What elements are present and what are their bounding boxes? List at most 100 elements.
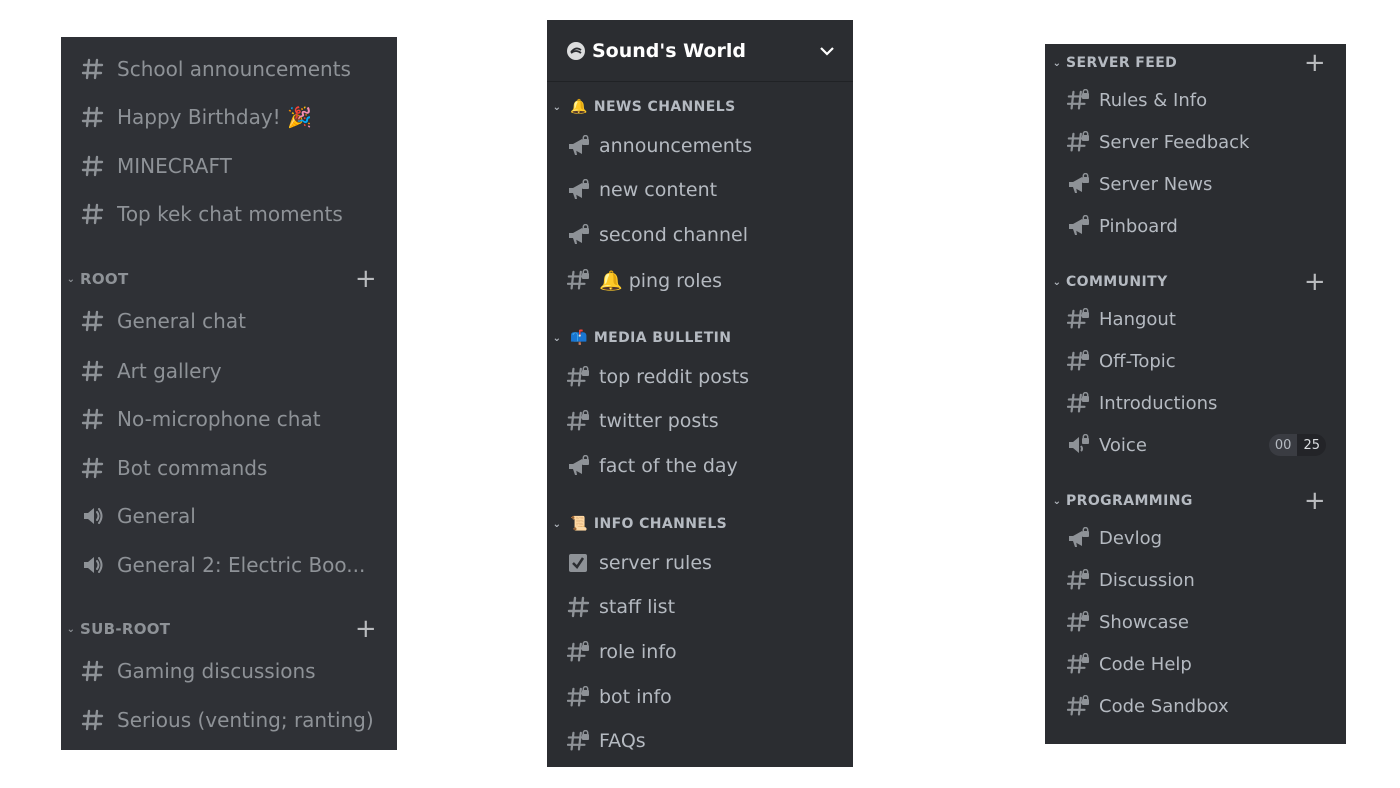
hash-lock-icon: [1067, 131, 1099, 153]
channel-item[interactable]: School announcements: [61, 49, 397, 89]
channel-item[interactable]: Code Help: [1045, 645, 1346, 683]
create-channel-plus-icon[interactable]: +: [1304, 488, 1326, 514]
chevron-down-icon: ⌄: [1052, 495, 1062, 507]
hash-lock-icon: [1067, 308, 1099, 330]
server-logo-icon: [567, 41, 585, 60]
channel-item[interactable]: Rules & Info: [1045, 81, 1346, 119]
channel-item[interactable]: role info: [547, 632, 853, 672]
channel-list-panel-middle: Sound's World ⌄ 🔔 NEWS CHANNELS announce…: [547, 20, 853, 767]
announcement-channel-item[interactable]: announcements: [547, 126, 853, 166]
category-name: NEWS CHANNELS: [593, 99, 736, 115]
category-header-server-feed[interactable]: ⌄ SERVER FEED +: [1045, 50, 1346, 76]
speaker-icon: [81, 554, 117, 576]
category-header-programming[interactable]: ⌄ PROGRAMMING +: [1045, 488, 1346, 514]
bell-icon: 🔔: [570, 99, 588, 115]
voice-connected-count: 00: [1268, 434, 1298, 456]
mailbox-icon: 📫: [570, 330, 588, 346]
announcement-channel-item[interactable]: Devlog: [1045, 519, 1346, 557]
channel-item[interactable]: staff list: [547, 587, 853, 627]
chevron-down-icon: ⌄: [552, 332, 562, 344]
category-name: INFO CHANNELS: [593, 516, 728, 532]
megaphone-lock-icon: [567, 224, 599, 246]
channel-item[interactable]: bot info: [547, 677, 853, 717]
channel-list-panel-right: ⌄ SERVER FEED + Rules & Info Server Feed…: [1045, 44, 1346, 744]
channel-item[interactable]: Bot commands: [61, 448, 397, 488]
create-channel-plus-icon[interactable]: +: [355, 616, 377, 642]
megaphone-lock-icon: [567, 135, 599, 157]
category-header-root[interactable]: ⌄ ROOT +: [61, 266, 397, 292]
announcement-channel-item[interactable]: fact of the day: [547, 446, 853, 486]
channel-item[interactable]: Code Sandbox: [1045, 687, 1346, 725]
hash-lock-icon: [567, 366, 599, 388]
create-channel-plus-icon[interactable]: +: [355, 266, 377, 292]
channel-item[interactable]: Top kek chat moments: [61, 194, 397, 234]
chevron-down-icon: ⌄: [1052, 276, 1062, 288]
server-name: Sound's World: [592, 39, 746, 62]
announcement-channel-item[interactable]: Server News: [1045, 165, 1346, 203]
hash-lock-icon: [1067, 653, 1099, 675]
channel-item[interactable]: Server Feedback: [1045, 123, 1346, 161]
category-name: COMMUNITY: [1066, 274, 1168, 290]
channel-item[interactable]: 🔔 ping roles: [547, 260, 853, 300]
server-header[interactable]: Sound's World: [547, 20, 853, 82]
rules-checkbox-icon: [567, 552, 599, 574]
voice-channel-item[interactable]: General: [61, 496, 397, 536]
megaphone-lock-icon: [567, 179, 599, 201]
category-header-media-bulletin[interactable]: ⌄ 📫 MEDIA BULLETIN: [547, 326, 853, 350]
category-name: PROGRAMMING: [1066, 493, 1193, 509]
hash-lock-icon: [1067, 350, 1099, 372]
category-name: MEDIA BULLETIN: [593, 330, 732, 346]
chevron-down-icon: ⌄: [66, 273, 76, 285]
channel-item[interactable]: MINECRAFT: [61, 146, 397, 186]
voice-channel-item[interactable]: Voice 00 25: [1045, 426, 1346, 464]
channel-item[interactable]: Discussion: [1045, 561, 1346, 599]
hash-icon: [81, 660, 117, 682]
hash-icon: [81, 203, 117, 225]
create-channel-plus-icon[interactable]: +: [1304, 50, 1326, 76]
channel-item[interactable]: Showcase: [1045, 603, 1346, 641]
category-header-news-channels[interactable]: ⌄ 🔔 NEWS CHANNELS: [547, 95, 853, 119]
scroll-icon: 📜: [570, 516, 588, 532]
hash-icon: [81, 408, 117, 430]
hash-lock-icon: [1067, 569, 1099, 591]
category-name: SUB-ROOT: [80, 620, 171, 638]
channel-item[interactable]: Art gallery: [61, 351, 397, 391]
category-name: ROOT: [80, 270, 129, 288]
channel-item[interactable]: General chat: [61, 301, 397, 341]
hash-icon: [81, 457, 117, 479]
channel-item[interactable]: Happy Birthday! 🎉: [61, 97, 397, 137]
announcement-channel-item[interactable]: new content: [547, 170, 853, 210]
hash-icon: [81, 360, 117, 382]
chevron-down-icon[interactable]: [819, 46, 835, 56]
channel-item[interactable]: top reddit posts: [547, 357, 853, 397]
channel-item[interactable]: Gaming discussions: [61, 651, 397, 691]
hash-lock-icon: [567, 410, 599, 432]
category-header-sub-root[interactable]: ⌄ SUB-ROOT +: [61, 616, 397, 642]
hash-lock-icon: [1067, 89, 1099, 111]
channel-item[interactable]: Off-Topic: [1045, 342, 1346, 380]
hash-lock-icon: [1067, 392, 1099, 414]
rules-channel-item[interactable]: server rules: [547, 543, 853, 583]
voice-channel-item[interactable]: General 2: Electric Boo...: [61, 545, 397, 585]
chevron-down-icon: ⌄: [66, 623, 76, 635]
hash-icon: [81, 106, 117, 128]
channel-item[interactable]: twitter posts: [547, 401, 853, 441]
channel-item[interactable]: Hangout: [1045, 300, 1346, 338]
category-name: SERVER FEED: [1066, 55, 1178, 71]
channel-item[interactable]: FAQs: [547, 721, 853, 761]
hash-lock-icon: [567, 641, 599, 663]
channel-list-panel-left: School announcements Happy Birthday! 🎉 M…: [61, 37, 397, 750]
channel-item[interactable]: Introductions: [1045, 384, 1346, 422]
category-header-community[interactable]: ⌄ COMMUNITY +: [1045, 269, 1346, 295]
announcement-channel-item[interactable]: second channel: [547, 215, 853, 255]
category-header-info-channels[interactable]: ⌄ 📜 INFO CHANNELS: [547, 512, 853, 536]
hash-lock-icon: [567, 686, 599, 708]
channel-item[interactable]: Serious (venting; ranting): [61, 700, 397, 740]
megaphone-lock-icon: [1067, 527, 1099, 549]
voice-user-limit: 25: [1297, 434, 1326, 456]
chevron-down-icon: ⌄: [552, 101, 562, 113]
channel-item[interactable]: No-microphone chat: [61, 399, 397, 439]
hash-lock-icon: [1067, 611, 1099, 633]
create-channel-plus-icon[interactable]: +: [1304, 269, 1326, 295]
announcement-channel-item[interactable]: Pinboard: [1045, 207, 1346, 245]
